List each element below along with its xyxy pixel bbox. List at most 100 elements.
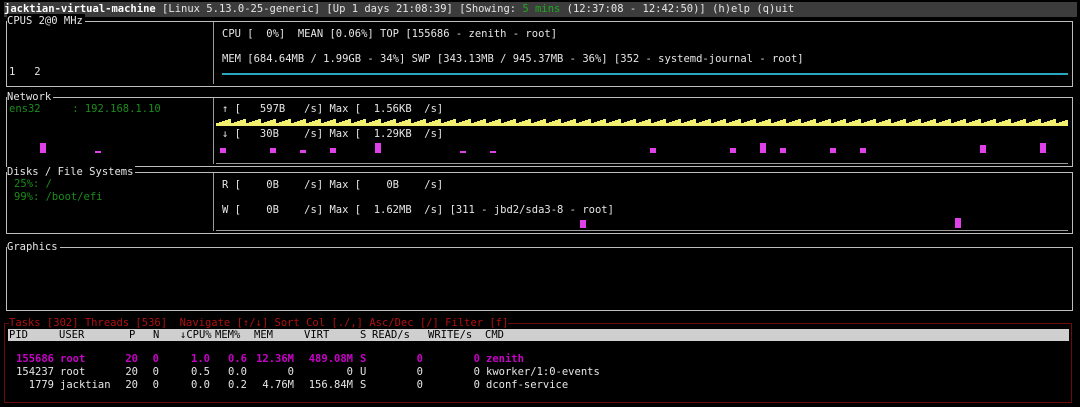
kernel-version: [Linux 5.13.0-25-generic] <box>162 3 321 15</box>
network-upload-bar <box>801 123 804 126</box>
network-upload-bar <box>570 120 573 126</box>
network-upload-bar <box>951 123 954 126</box>
filesystem-boot-efi[interactable]: 99%: /boot/efi <box>14 190 103 204</box>
network-upload-bar <box>996 123 999 126</box>
network-upload-bar <box>1065 120 1068 126</box>
network-panel: Network <box>6 90 1073 167</box>
network-upload-bar <box>858 119 861 126</box>
help-quit-hint[interactable]: (h)elp (q)uit <box>712 3 794 15</box>
network-upload-bar <box>462 121 465 126</box>
network-upload-bar <box>270 120 273 126</box>
network-upload-bar <box>480 120 483 126</box>
network-upload-bar <box>1026 123 1029 126</box>
network-upload-bar <box>804 122 807 126</box>
network-upload-bar <box>369 122 372 126</box>
network-upload-bar <box>468 119 471 126</box>
network-upload-bar <box>729 122 732 126</box>
network-upload-bar <box>696 123 699 126</box>
network-upload-bar <box>483 119 486 126</box>
network-upload-bar <box>867 121 870 126</box>
network-upload-bar <box>393 119 396 126</box>
network-upload-bar <box>918 119 921 126</box>
network-download-bar <box>730 148 736 153</box>
network-upload-bar <box>537 121 540 126</box>
network-upload-bar <box>543 119 546 126</box>
network-upload-bar <box>798 119 801 126</box>
network-download-line: ↓ [ 30B /s] Max [ 1.29KB /s] <box>222 128 444 140</box>
network-interface[interactable]: ens32 : 192.168.1.10 <box>9 102 161 116</box>
network-upload-bar <box>816 123 819 126</box>
process-cmd-cell: kworker/1:0-events <box>486 366 600 378</box>
column-header-priority[interactable]: P <box>129 329 135 341</box>
network-upload-bar <box>1002 121 1005 126</box>
network-upload-bar <box>582 121 585 126</box>
network-upload-bar <box>756 123 759 126</box>
network-upload-bar <box>909 122 912 126</box>
network-upload-bar <box>678 119 681 126</box>
network-upload-bar <box>906 123 909 126</box>
network-upload-bar <box>681 123 684 126</box>
memory-usage-line: MEM [684.64MB / 1.99GB - 34%] SWP [343.1… <box>222 53 804 65</box>
network-upload-bar <box>372 121 375 126</box>
column-header-user[interactable]: USER <box>59 329 84 341</box>
network-upload-bar <box>762 121 765 126</box>
network-upload-bar <box>852 121 855 126</box>
filesystem-root[interactable]: 25%: / <box>14 177 52 191</box>
network-upload-bar <box>702 121 705 126</box>
network-upload-bar <box>810 120 813 126</box>
network-upload-bar <box>714 122 717 126</box>
network-download-bar <box>760 143 766 153</box>
network-upload-bar <box>591 123 594 126</box>
column-header-write[interactable]: WRITE/s <box>428 329 472 341</box>
network-upload-bar <box>273 119 276 126</box>
column-header-virt[interactable]: VIRT <box>304 329 329 341</box>
network-upload-bar <box>675 120 678 126</box>
column-header-read[interactable]: READ/s <box>372 329 410 341</box>
network-upload-bar <box>900 120 903 126</box>
network-upload-bar <box>981 123 984 126</box>
network-upload-bar <box>825 120 828 126</box>
process-mem-percent-cell: 0.0 <box>228 366 247 378</box>
column-header-pid[interactable]: PID <box>9 329 28 341</box>
network-upload-bar <box>354 122 357 126</box>
network-upload-bar <box>432 121 435 126</box>
network-upload-bar <box>435 120 438 126</box>
process-cpu-cell: 0.5 <box>191 366 210 378</box>
memory-usage-bar <box>222 73 1068 75</box>
network-upload-bar <box>276 123 279 126</box>
network-upload-bar <box>657 121 660 126</box>
network-upload-bar <box>240 120 243 126</box>
column-header-cmd[interactable]: CMD <box>485 329 504 341</box>
network-upload-bar <box>786 123 789 126</box>
network-upload-bar <box>486 123 489 126</box>
network-upload-bar <box>774 122 777 126</box>
column-header-state[interactable]: S <box>360 329 366 341</box>
network-download-bar <box>95 151 101 153</box>
network-upload-bar <box>819 122 822 126</box>
network-upload-bar <box>1053 119 1056 126</box>
process-user-cell: root <box>60 366 86 378</box>
column-header-mem-percent[interactable]: MEM% <box>215 329 240 341</box>
network-upload-bar <box>339 122 342 126</box>
network-upload-bar <box>387 121 390 126</box>
network-upload-bar <box>459 122 462 126</box>
network-download-bar <box>1040 143 1046 153</box>
network-upload-bar <box>771 123 774 126</box>
network-upload-bar <box>789 122 792 126</box>
cpu-panel-title: CPUS 2@0 MHz <box>7 14 85 28</box>
column-header-cpu[interactable]: ↓CPU% <box>180 329 212 341</box>
network-upload-bar <box>822 121 825 126</box>
header-bar: jacktian-virtual-machine [Linux 5.13.0-2… <box>4 2 1077 17</box>
network-upload-bar <box>903 119 906 126</box>
network-upload-bar <box>501 123 504 126</box>
network-upload-bar <box>891 123 894 126</box>
column-header-mem[interactable]: MEM <box>254 329 273 341</box>
network-upload-bar <box>531 123 534 126</box>
column-header-nice[interactable]: N <box>153 329 159 341</box>
disks-baseline <box>216 230 1068 231</box>
network-upload-bar <box>609 122 612 126</box>
network-upload-bar <box>975 120 978 126</box>
network-upload-bar <box>648 119 651 126</box>
network-upload-bar <box>291 123 294 126</box>
network-upload-bar <box>876 123 879 126</box>
